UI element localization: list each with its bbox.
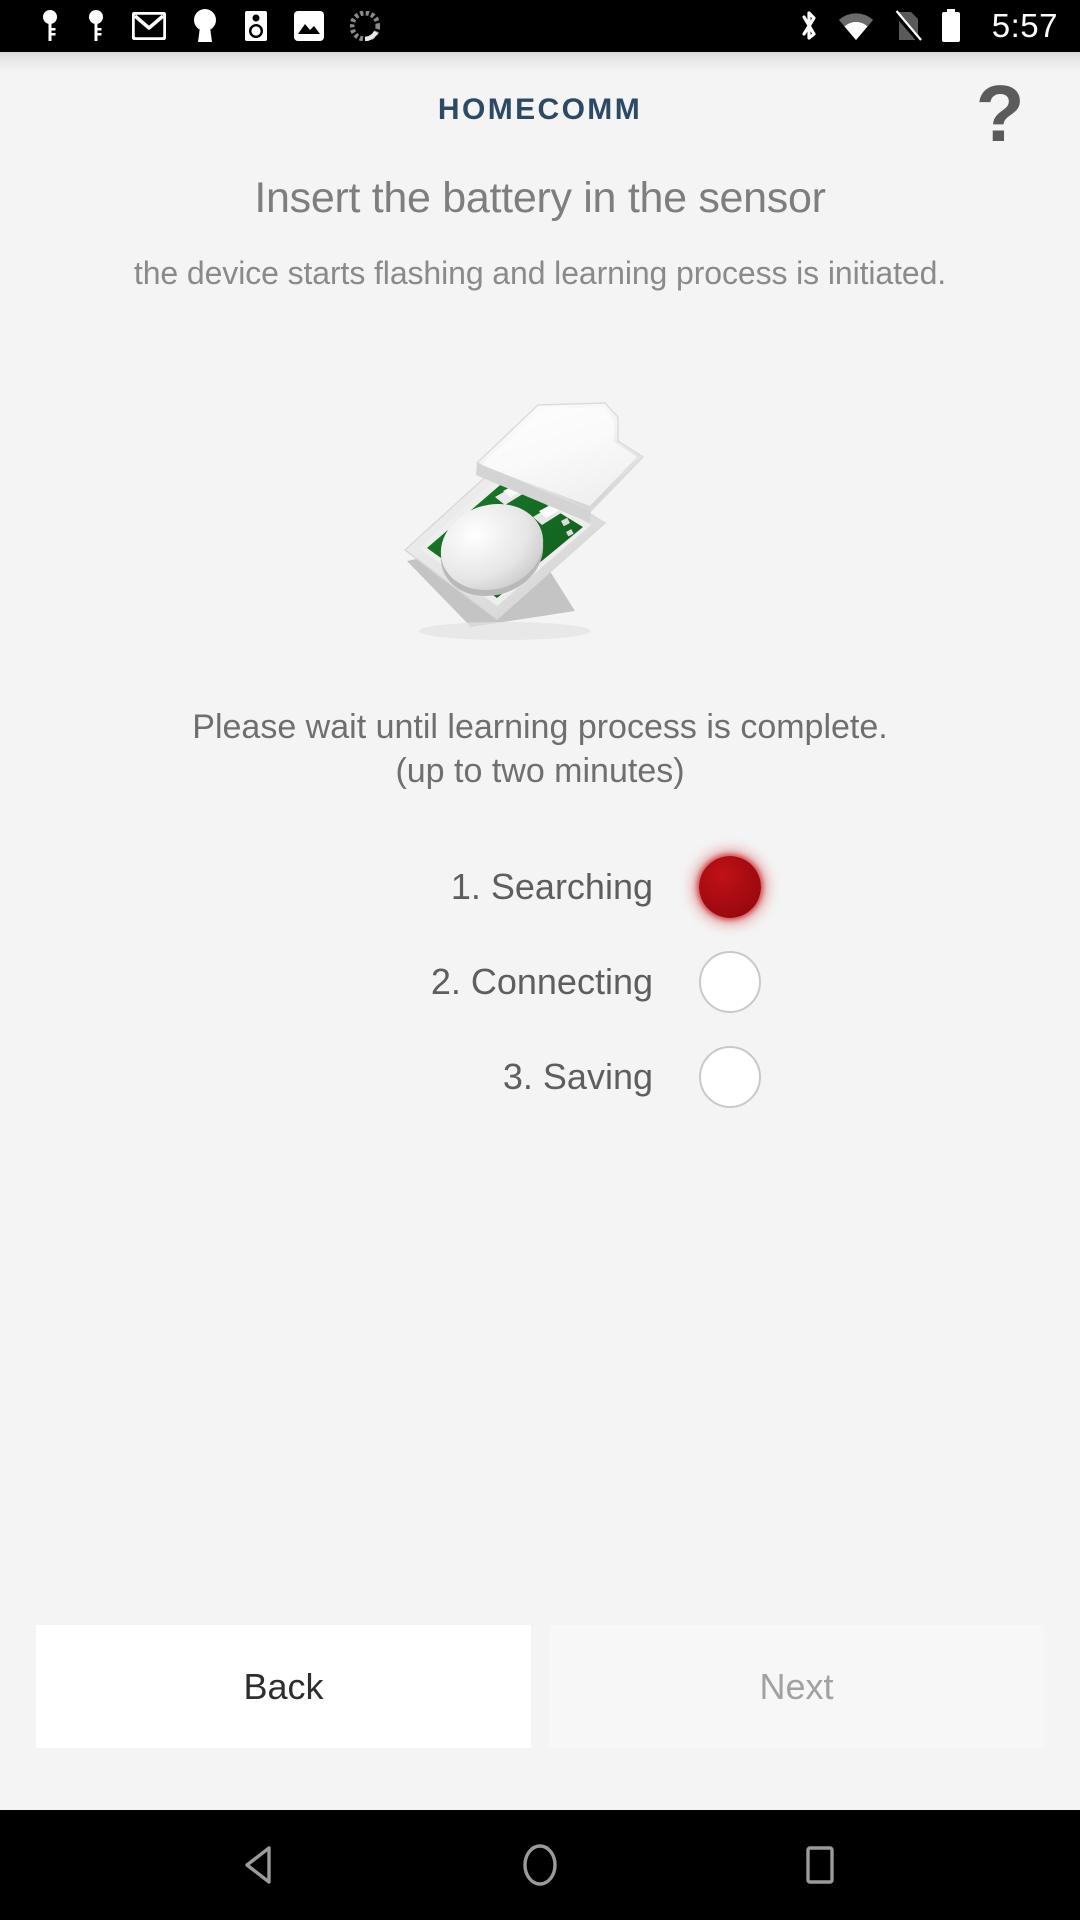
status-bar-left-icons [40, 9, 798, 43]
bluetooth-icon [802, 11, 816, 40]
next-button[interactable]: Next [549, 1625, 1044, 1748]
step-label-saving: 3. Saving [502, 1055, 653, 1097]
battery-full-icon [941, 9, 960, 42]
key-icon-1 [43, 10, 57, 41]
android-navigation-bar [0, 1810, 1080, 1920]
home-circle-icon [523, 1844, 557, 1886]
step-row-connecting: 2. Connecting [0, 934, 1080, 1029]
app-title-row: HOMECOMM ? [0, 74, 1080, 154]
step-row-searching: 1. Searching [0, 839, 1080, 934]
key-icon-2 [89, 10, 103, 41]
back-triangle-icon [245, 1846, 271, 1884]
nav-back-button[interactable] [205, 1810, 315, 1920]
step-label-searching: 1. Searching [450, 865, 653, 907]
gmail-icon [132, 12, 166, 40]
step-row-saving: 3. Saving [0, 1029, 1080, 1124]
status-bar-clock: 5:57 [991, 7, 1058, 44]
step-label-connecting: 2. Connecting [430, 960, 653, 1002]
header-shadow [0, 52, 1080, 74]
phone-screen: 5:57 HOMECOMM ? Insert the battery in th… [0, 0, 1080, 1920]
nav-recents-button[interactable] [765, 1810, 875, 1920]
sync-spinner-icon [350, 11, 380, 41]
sensor-with-coin-battery-illustration [0, 340, 1080, 670]
status-bar: 5:57 [0, 0, 1080, 52]
wait-line-2: (up to two minutes) [395, 751, 685, 790]
wait-line-1: Please wait until learning process is co… [192, 708, 888, 746]
recents-square-icon [806, 1846, 834, 1884]
wifi-icon [838, 13, 873, 40]
question-mark-icon: ? [975, 69, 1025, 158]
speaker-icon [245, 11, 267, 41]
step-led-saving [699, 1045, 761, 1108]
footer-button-bar: Back Next [0, 1625, 1080, 1810]
step-led-searching [699, 855, 761, 918]
no-sim-icon [892, 10, 922, 42]
photo-icon [294, 11, 324, 41]
keyhole-icon [194, 9, 216, 42]
wait-message: Please wait until learning process is co… [0, 706, 1080, 793]
nav-home-button[interactable] [485, 1810, 595, 1920]
step-led-connecting [699, 950, 761, 1013]
page-title: Insert the battery in the sensor [254, 174, 826, 222]
app-content: HOMECOMM ? Insert the battery in the sen… [0, 74, 1080, 1810]
page-subtitle: the device starts flashing and learning … [133, 255, 947, 291]
progress-steps-list: 1. Searching 2. Connecting 3. Saving [0, 839, 1080, 1124]
app-name: HOMECOMM [437, 93, 643, 126]
back-button[interactable]: Back [36, 1625, 531, 1748]
status-bar-right-icons: 5:57 [798, 7, 1058, 45]
help-button[interactable]: ? [954, 68, 1046, 160]
